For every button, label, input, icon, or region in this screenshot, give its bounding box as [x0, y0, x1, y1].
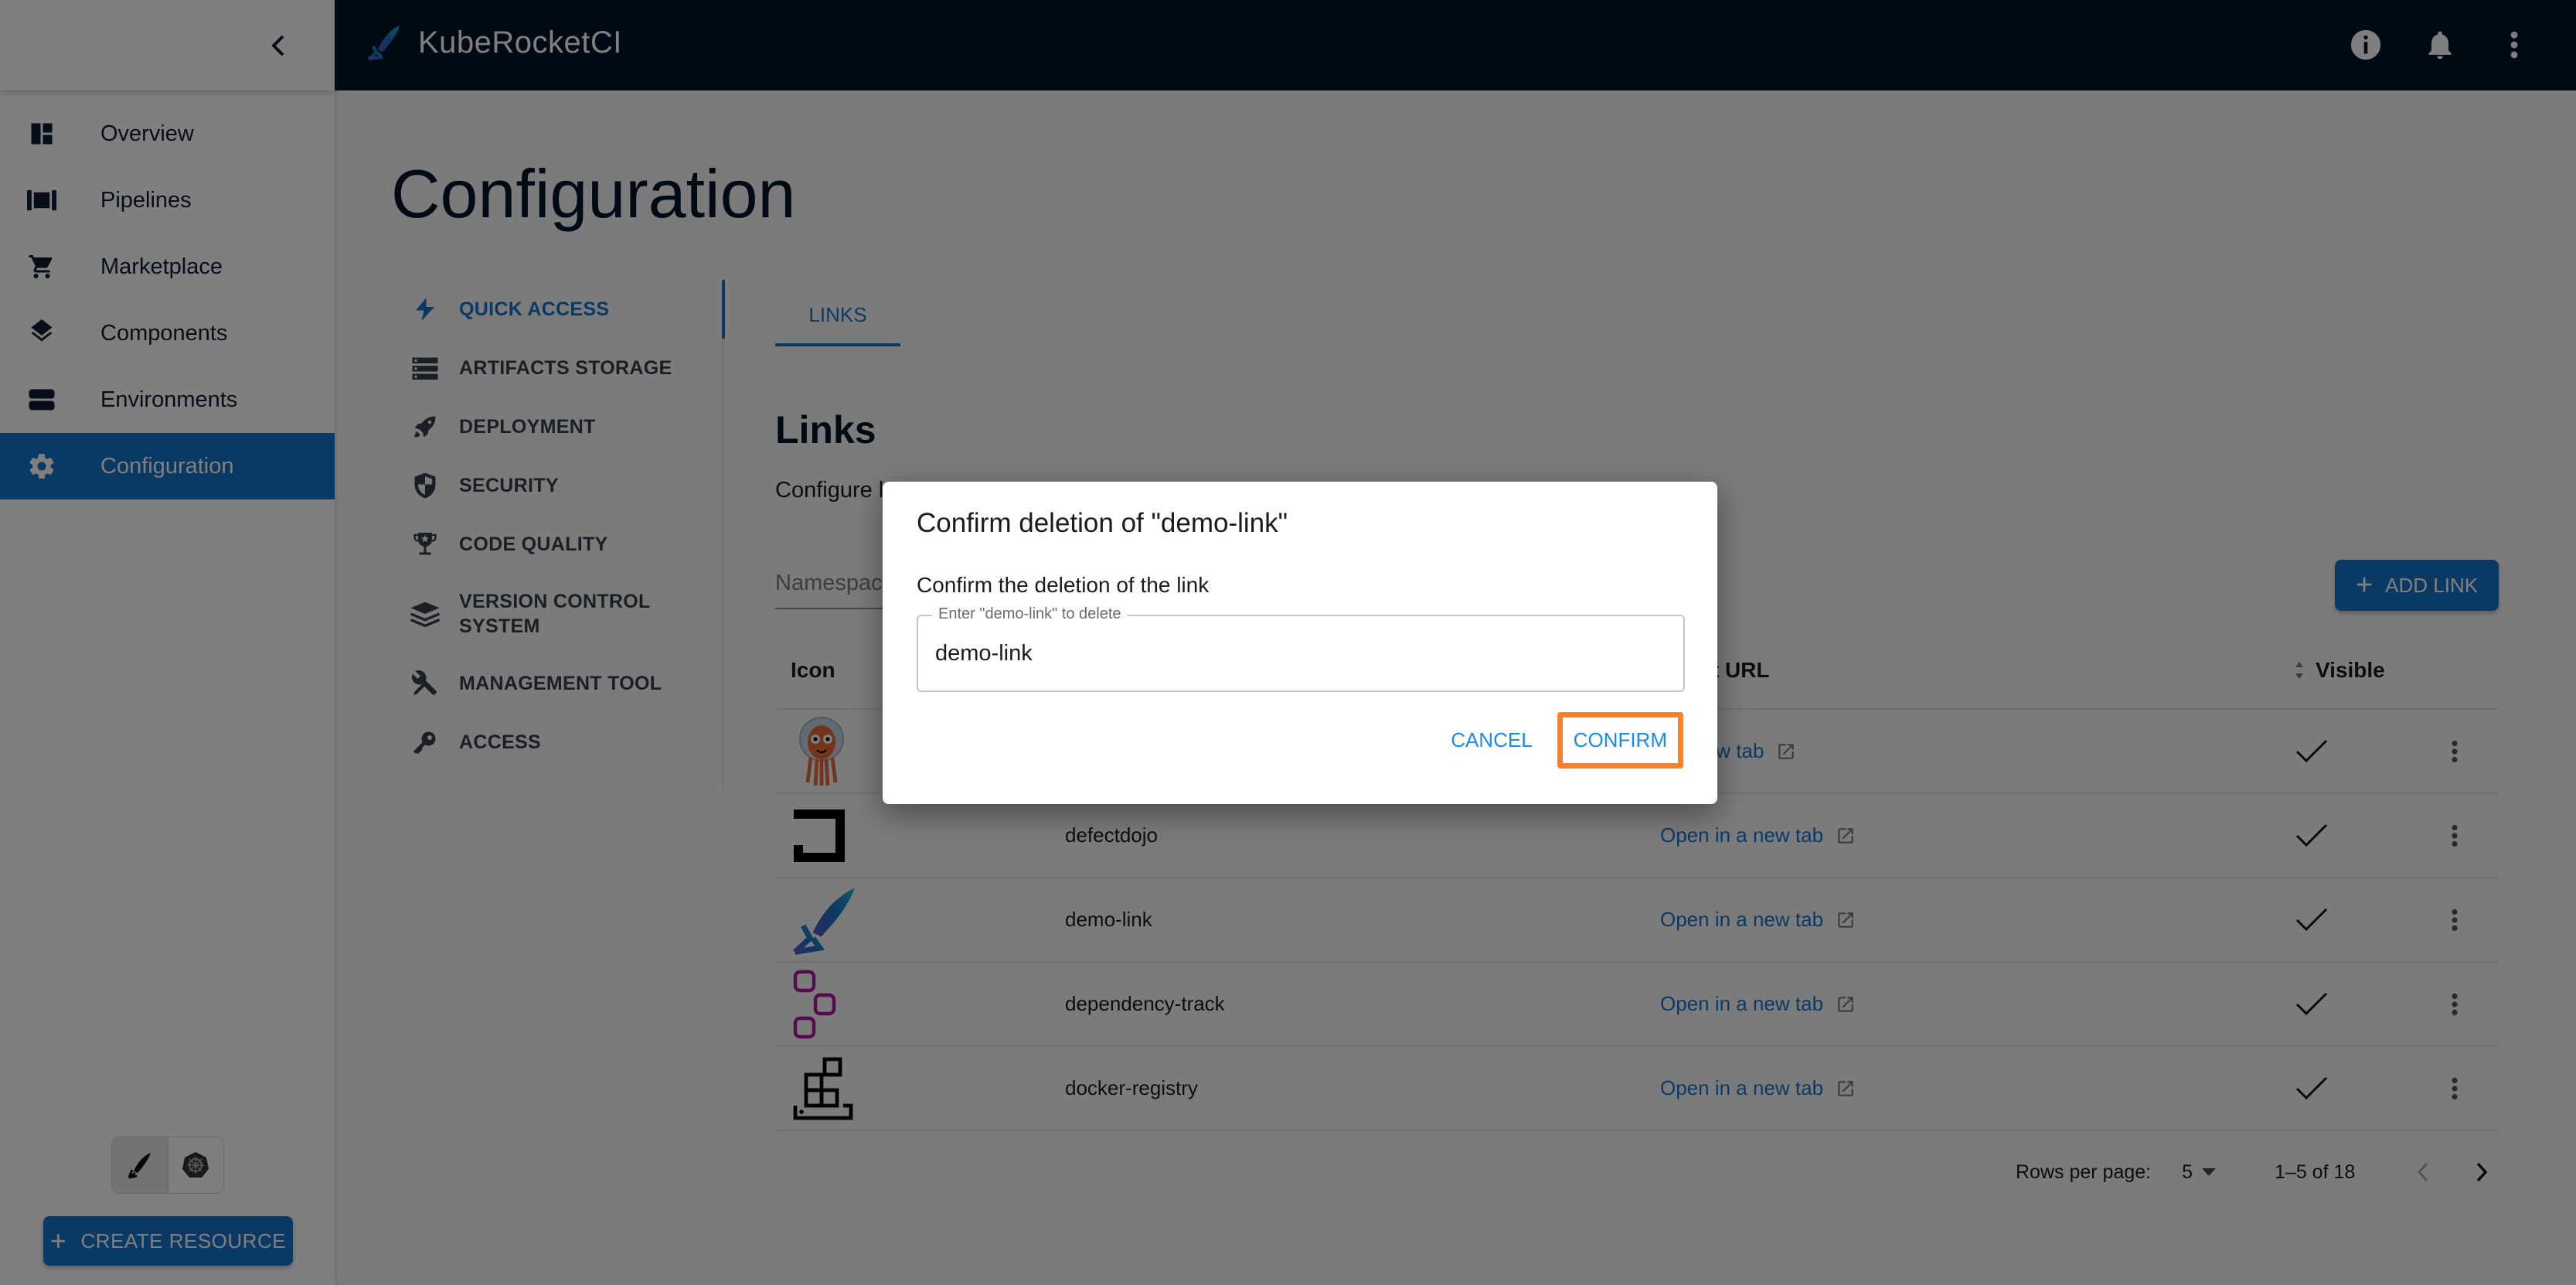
dialog-message: Confirm the deletion of the link	[917, 573, 1210, 597]
cancel-button[interactable]: CANCEL	[1438, 719, 1544, 762]
confirm-button[interactable]: CONFIRM	[1557, 712, 1683, 769]
confirm-name-field-label: Enter "demo-link" to delete	[932, 605, 1128, 623]
confirm-name-input[interactable]	[935, 638, 1662, 669]
dialog-actions: CANCEL CONFIRM	[1438, 712, 1683, 769]
dialog-title: Confirm deletion of "demo-link"	[917, 508, 1288, 538]
confirm-name-field: Enter "demo-link" to delete	[917, 605, 1685, 692]
confirm-delete-dialog: Confirm deletion of "demo-link" Confirm …	[883, 482, 1717, 804]
